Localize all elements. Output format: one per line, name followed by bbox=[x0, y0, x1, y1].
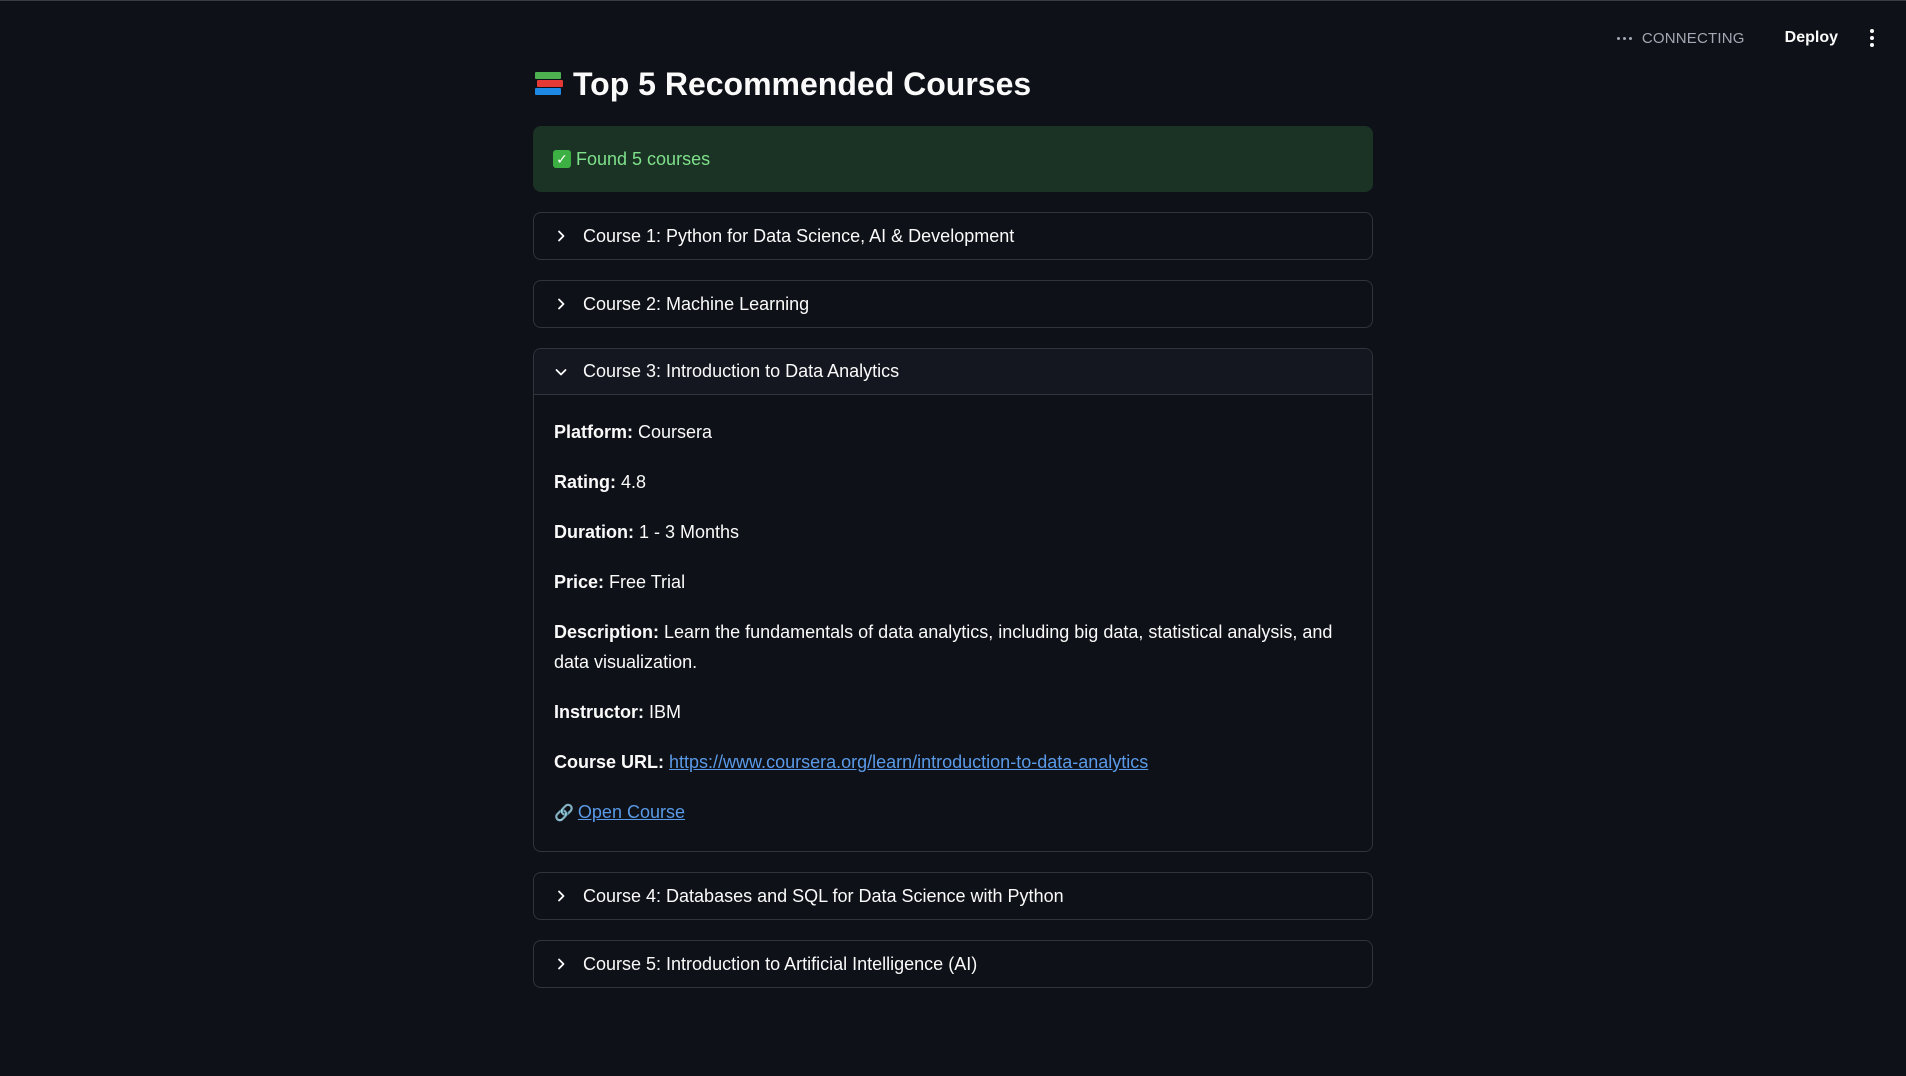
chevron-right-icon bbox=[554, 957, 568, 971]
price-row: Price: Free Trial bbox=[554, 567, 1352, 597]
loading-dots-icon bbox=[1616, 36, 1632, 40]
top-toolbar: CONNECTING Deploy bbox=[1616, 25, 1880, 51]
duration-row: Duration: 1 - 3 Months bbox=[554, 517, 1352, 547]
success-message: Found 5 courses bbox=[576, 148, 711, 169]
description-value: Learn the fundamentals of data analytics… bbox=[554, 622, 1333, 672]
price-value: Free Trial bbox=[609, 572, 686, 592]
duration-value: 1 - 3 Months bbox=[639, 522, 740, 542]
course-details: Platform: Coursera Rating: 4.8 Duration:… bbox=[534, 395, 1372, 851]
instructor-label: Instructor: bbox=[554, 702, 644, 722]
check-icon: ✓ bbox=[553, 150, 571, 168]
books-icon bbox=[533, 70, 563, 98]
course-title-2: Course 2: Machine Learning bbox=[583, 293, 810, 314]
course-expander-header-2[interactable]: Course 2: Machine Learning bbox=[534, 281, 1372, 327]
description-row: Description: Learn the fundamentals of d… bbox=[554, 617, 1352, 677]
rating-row: Rating: 4.8 bbox=[554, 467, 1352, 497]
chevron-right-icon bbox=[554, 889, 568, 903]
chevron-right-icon bbox=[554, 229, 568, 243]
chevron-down-icon bbox=[554, 365, 568, 379]
page-title-text: Top 5 Recommended Courses bbox=[573, 65, 1032, 102]
main-content: Top 5 Recommended Courses ✓ Found 5 cour… bbox=[533, 1, 1373, 988]
connection-status: CONNECTING bbox=[1616, 29, 1745, 47]
open-course-link[interactable]: Open Course bbox=[578, 802, 685, 822]
deploy-button[interactable]: Deploy bbox=[1777, 25, 1846, 51]
description-label: Description: bbox=[554, 622, 660, 642]
duration-label: Duration: bbox=[554, 522, 634, 542]
course-expander-header-4[interactable]: Course 4: Databases and SQL for Data Sci… bbox=[534, 873, 1372, 919]
course-title-1: Course 1: Python for Data Science, AI & … bbox=[583, 225, 1015, 246]
course-expander-3: Course 3: Introduction to Data Analytics… bbox=[533, 348, 1373, 852]
course-expander-header-5[interactable]: Course 5: Introduction to Artificial Int… bbox=[534, 941, 1372, 987]
success-alert: ✓ Found 5 courses bbox=[533, 126, 1373, 192]
platform-value: Coursera bbox=[638, 422, 713, 442]
open-course-row: 🔗 Open Course bbox=[554, 797, 1352, 829]
rating-label: Rating: bbox=[554, 472, 616, 492]
course-expander-header-1[interactable]: Course 1: Python for Data Science, AI & … bbox=[534, 213, 1372, 259]
course-title-3: Course 3: Introduction to Data Analytics bbox=[583, 361, 900, 381]
course-url-label: Course URL: bbox=[554, 752, 665, 772]
connection-status-text: CONNECTING bbox=[1641, 29, 1745, 47]
chevron-right-icon bbox=[554, 297, 568, 311]
course-expander-1: Course 1: Python for Data Science, AI & … bbox=[533, 212, 1373, 260]
platform-row: Platform: Coursera bbox=[554, 417, 1352, 447]
course-url-row: Course URL: https://www.coursera.org/lea… bbox=[554, 747, 1352, 777]
course-expander-5: Course 5: Introduction to Artificial Int… bbox=[533, 940, 1373, 988]
main-menu-icon[interactable] bbox=[1864, 25, 1880, 51]
platform-label: Platform: bbox=[554, 422, 634, 442]
instructor-value: IBM bbox=[649, 702, 682, 722]
course-expander-header-3[interactable]: Course 3: Introduction to Data Analytics bbox=[534, 349, 1372, 395]
page-title: Top 5 Recommended Courses bbox=[533, 64, 1373, 104]
price-label: Price: bbox=[554, 572, 605, 592]
course-expander-4: Course 4: Databases and SQL for Data Sci… bbox=[533, 872, 1373, 920]
rating-value: 4.8 bbox=[621, 472, 647, 492]
course-title-5: Course 5: Introduction to Artificial Int… bbox=[583, 953, 978, 974]
instructor-row: Instructor: IBM bbox=[554, 697, 1352, 727]
link-icon: 🔗 bbox=[554, 805, 574, 822]
course-expander-2: Course 2: Machine Learning bbox=[533, 280, 1373, 328]
course-title-4: Course 4: Databases and SQL for Data Sci… bbox=[583, 885, 1064, 906]
course-url-link[interactable]: https://www.coursera.org/learn/introduct… bbox=[669, 752, 1148, 772]
